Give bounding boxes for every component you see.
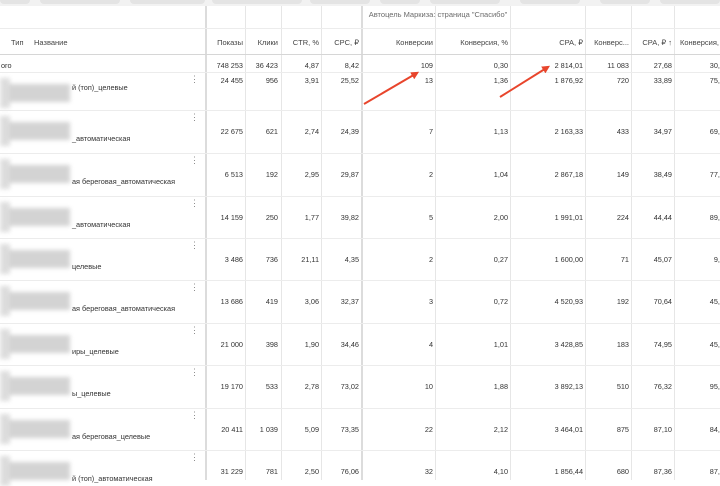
annotation-arrows [363,65,551,105]
arrow-to-cpa [499,65,551,98]
arrow-to-conversions [363,71,420,105]
